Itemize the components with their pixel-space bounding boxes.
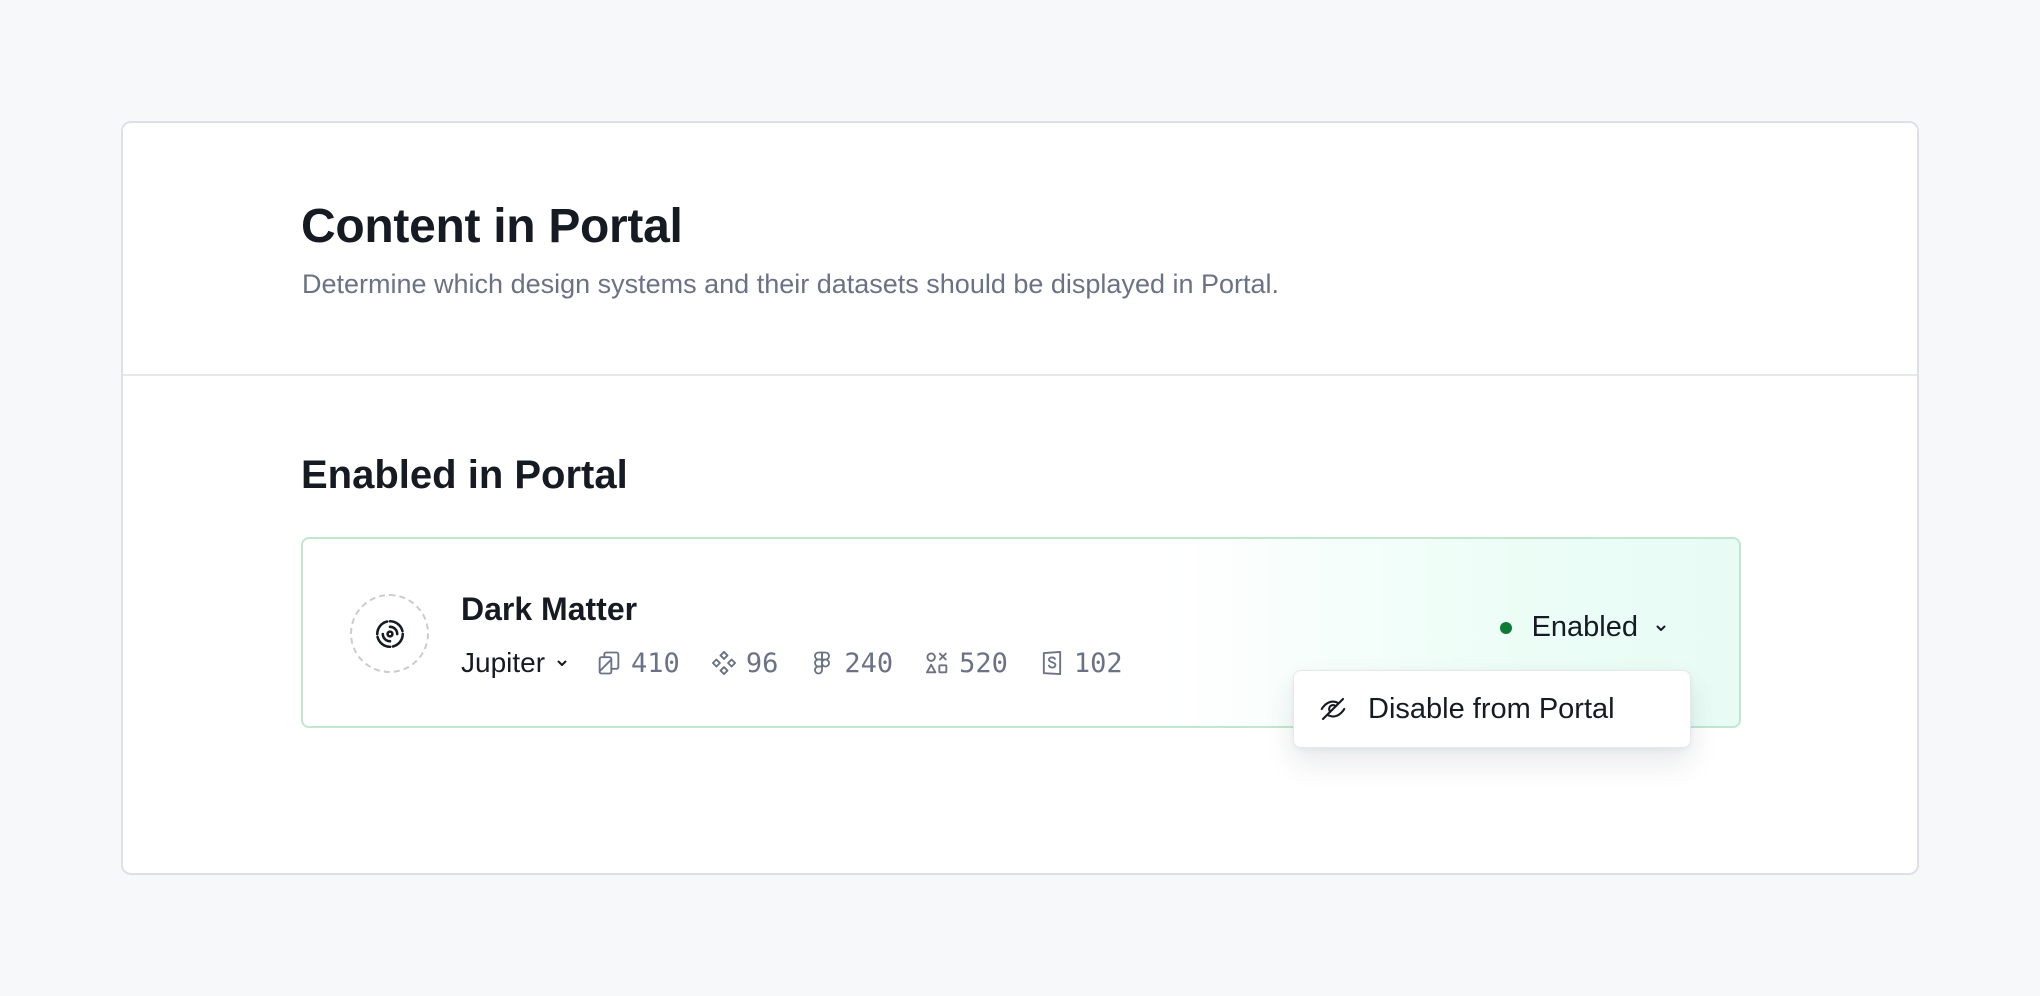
stat-value: 102 xyxy=(1073,647,1123,679)
stat-components: 96 xyxy=(710,647,779,679)
status-dot xyxy=(1499,621,1512,634)
page-subtitle: Determine which design systems and their… xyxy=(302,269,1280,299)
page-title: Content in Portal xyxy=(301,200,683,253)
stat-value: 240 xyxy=(844,647,894,679)
stat-value: 410 xyxy=(631,647,680,679)
settings-card: Content in Portal Determine which design… xyxy=(121,121,1919,875)
chevron-down-icon xyxy=(1654,621,1668,635)
design-system-meta: Jupiter 410 96 240 520 102 xyxy=(461,645,1153,681)
status-dropdown[interactable]: Enabled xyxy=(1499,611,1668,644)
menu-item-label: Disable from Portal xyxy=(1368,692,1615,725)
components-icon xyxy=(710,649,738,677)
stat-value: 520 xyxy=(959,647,1008,679)
section-title: Enabled in Portal xyxy=(301,453,628,497)
status-label: Enabled xyxy=(1531,611,1638,643)
version-label: Jupiter xyxy=(461,647,546,678)
stat-storybook: 102 xyxy=(1038,648,1123,679)
eye-off-icon xyxy=(1318,694,1348,724)
spiral-logo-icon xyxy=(350,594,429,673)
stat-assets: 520 xyxy=(923,648,1008,679)
stat-value: 96 xyxy=(745,647,779,679)
version-select[interactable]: Jupiter xyxy=(461,647,569,679)
stat-documentation: 410 xyxy=(595,648,680,679)
card-header: Content in Portal Determine which design… xyxy=(123,123,1917,376)
stat-figma: 240 xyxy=(808,648,893,679)
documentation-pages-icon xyxy=(595,649,623,677)
storybook-icon xyxy=(1038,649,1066,677)
design-system-name: Dark Matter xyxy=(461,591,638,627)
chevron-down-icon xyxy=(555,656,569,670)
figma-icon xyxy=(808,649,836,677)
menu-item-disable-from-portal[interactable]: Disable from Portal xyxy=(1293,670,1691,748)
assets-icon xyxy=(923,649,951,677)
